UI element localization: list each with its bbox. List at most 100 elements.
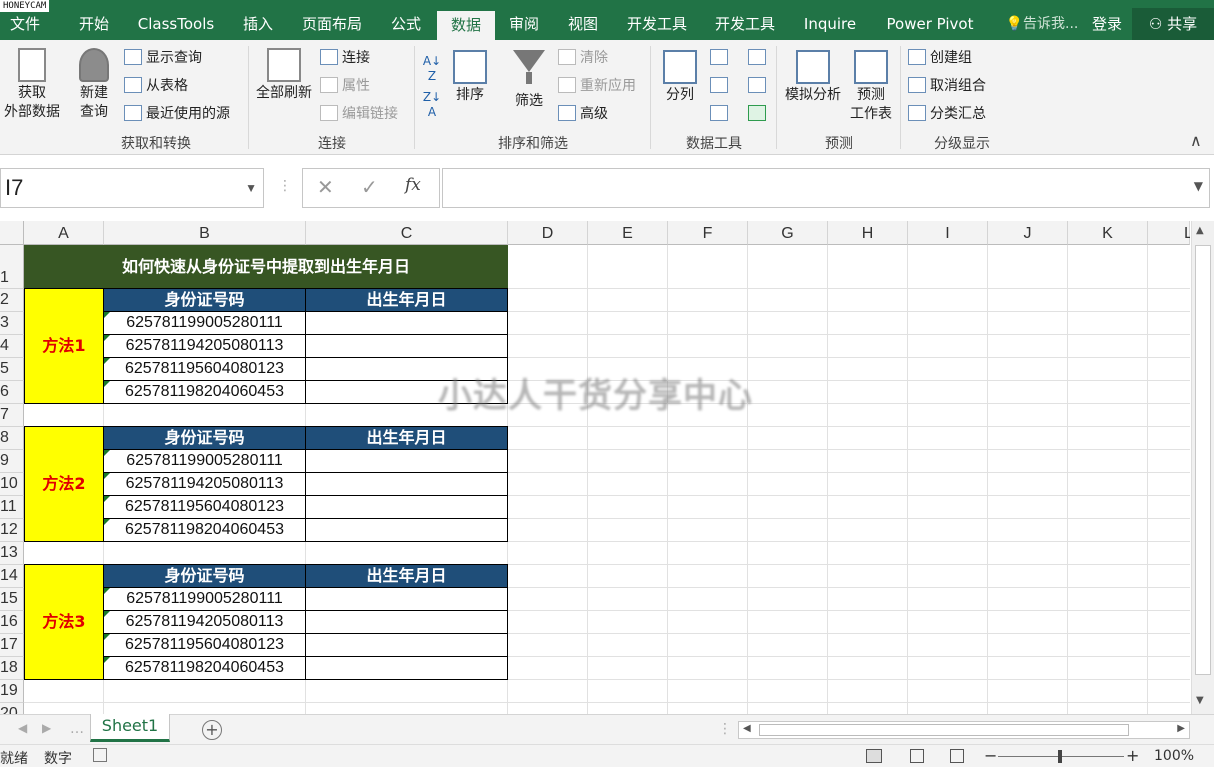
name-box[interactable]: I7 ▼ xyxy=(0,168,264,208)
prev-sheet-icon[interactable]: ◀ xyxy=(18,721,27,735)
id-cell[interactable]: 625781194205080113 xyxy=(103,610,306,634)
relationships-button[interactable] xyxy=(748,75,772,97)
table-title[interactable]: 如何快速从身份证号中提取到出生年月日 xyxy=(24,245,508,289)
column-header[interactable]: J xyxy=(988,221,1068,245)
scroll-down-icon[interactable]: ▼ xyxy=(1196,695,1204,706)
zoom-level[interactable]: 100% xyxy=(1154,748,1194,764)
birth-cell[interactable] xyxy=(305,449,508,473)
get-external-data-button[interactable]: 获取 外部数据 xyxy=(0,48,64,122)
id-cell[interactable]: 625781199005280111 xyxy=(103,449,306,473)
page-layout-view-icon[interactable] xyxy=(910,749,924,763)
id-cell[interactable]: 625781199005280111 xyxy=(103,587,306,611)
birth-cell[interactable] xyxy=(305,587,508,611)
birth-cell[interactable] xyxy=(305,472,508,496)
row-header[interactable]: 1 xyxy=(0,245,24,289)
tab-file[interactable]: 文件 xyxy=(0,8,50,40)
row-header[interactable]: 10 xyxy=(0,473,24,496)
advanced-filter-button[interactable]: 高级 xyxy=(558,103,608,125)
tab-developer-2[interactable]: 开发工具 xyxy=(706,8,784,40)
id-cell[interactable]: 625781198204060453 xyxy=(103,656,306,680)
id-header[interactable]: 身份证号码 xyxy=(103,564,306,588)
share-button[interactable]: ⚇ 共享 xyxy=(1132,8,1214,40)
birth-cell[interactable] xyxy=(305,380,508,404)
birth-header[interactable]: 出生年月日 xyxy=(305,564,508,588)
tab-developer[interactable]: 开发工具 xyxy=(618,8,696,40)
chevron-down-icon[interactable]: ▼ xyxy=(245,169,257,207)
new-query-button[interactable]: 新建 查询 xyxy=(70,48,118,122)
split-handle-icon[interactable]: ⋮ xyxy=(718,721,732,737)
vertical-scrollbar[interactable]: ▲ ▼ xyxy=(1191,221,1214,714)
formula-input[interactable]: ▼ xyxy=(442,168,1210,208)
ungroup-button[interactable]: 取消组合 xyxy=(908,75,986,97)
column-header[interactable]: A xyxy=(24,221,104,245)
method-3-label[interactable]: 方法3 xyxy=(24,564,104,680)
row-header[interactable]: 3 xyxy=(0,312,24,335)
subtotal-button[interactable]: 分类汇总 xyxy=(908,103,986,125)
id-cell[interactable]: 625781195604080123 xyxy=(103,495,306,519)
tab-home[interactable]: 开始 xyxy=(64,8,124,40)
row-header[interactable]: 15 xyxy=(0,588,24,611)
column-header[interactable]: I xyxy=(908,221,988,245)
row-header[interactable]: 17 xyxy=(0,634,24,657)
zoom-out-icon[interactable]: − xyxy=(984,746,997,765)
row-header[interactable]: 13 xyxy=(0,542,24,565)
row-header[interactable]: 8 xyxy=(0,427,24,450)
tab-view[interactable]: 视图 xyxy=(558,8,608,40)
id-cell[interactable]: 625781195604080123 xyxy=(103,633,306,657)
recent-sources-button[interactable]: 最近使用的源 xyxy=(124,103,230,125)
birth-header[interactable]: 出生年月日 xyxy=(305,426,508,450)
id-cell[interactable]: 625781198204060453 xyxy=(103,380,306,404)
id-cell[interactable]: 625781194205080113 xyxy=(103,334,306,358)
birth-cell[interactable] xyxy=(305,610,508,634)
consolidate-button[interactable] xyxy=(748,47,772,69)
collapse-ribbon-icon[interactable]: ∧ xyxy=(1190,130,1202,152)
column-header[interactable]: C xyxy=(306,221,508,245)
tab-page-layout[interactable]: 页面布局 xyxy=(292,8,372,40)
flash-fill-button[interactable] xyxy=(710,47,740,69)
data-validation-button[interactable] xyxy=(710,103,740,125)
data-model-button[interactable] xyxy=(748,103,772,125)
drag-handle-icon[interactable]: ⋮ xyxy=(278,178,292,194)
zoom-in-icon[interactable]: + xyxy=(1126,746,1139,765)
birth-cell[interactable] xyxy=(305,311,508,335)
tab-data[interactable]: 数据 xyxy=(437,11,495,40)
id-cell[interactable]: 625781199005280111 xyxy=(103,311,306,335)
row-header[interactable]: 20 xyxy=(0,703,24,714)
birth-cell[interactable] xyxy=(305,495,508,519)
page-break-view-icon[interactable] xyxy=(950,749,964,763)
connections-button[interactable]: 连接 xyxy=(320,47,370,69)
from-table-button[interactable]: 从表格 xyxy=(124,75,188,97)
method-2-label[interactable]: 方法2 xyxy=(24,426,104,542)
refresh-all-button[interactable]: 全部刷新 xyxy=(252,48,316,103)
column-header[interactable]: H xyxy=(828,221,908,245)
normal-view-icon[interactable] xyxy=(866,749,882,763)
tab-formulas[interactable]: 公式 xyxy=(380,8,432,40)
what-if-analysis-button[interactable]: 模拟分析 xyxy=(780,50,846,105)
filter-button[interactable]: 筛选 xyxy=(506,50,552,111)
row-header[interactable]: 12 xyxy=(0,519,24,542)
horizontal-scrollbar[interactable]: ◀ ▶ xyxy=(738,721,1190,739)
row-header[interactable]: 19 xyxy=(0,680,24,703)
scroll-left-icon[interactable]: ◀ xyxy=(743,723,751,734)
id-cell[interactable]: 625781195604080123 xyxy=(103,357,306,381)
column-header[interactable]: L xyxy=(1148,221,1190,245)
row-header[interactable]: 4 xyxy=(0,335,24,358)
zoom-slider-thumb[interactable] xyxy=(1058,750,1062,763)
id-cell[interactable]: 625781194205080113 xyxy=(103,472,306,496)
select-all-corner[interactable] xyxy=(0,221,24,245)
scroll-thumb[interactable] xyxy=(1195,245,1211,675)
tab-insert[interactable]: 插入 xyxy=(232,8,284,40)
row-header[interactable]: 7 xyxy=(0,404,24,427)
id-header[interactable]: 身份证号码 xyxy=(103,426,306,450)
scroll-up-icon[interactable]: ▲ xyxy=(1196,225,1204,236)
show-queries-button[interactable]: 显示查询 xyxy=(124,47,202,69)
column-header[interactable]: K xyxy=(1068,221,1148,245)
row-header[interactable]: 16 xyxy=(0,611,24,634)
cancel-icon[interactable]: ✕ xyxy=(317,175,334,199)
column-header[interactable]: D xyxy=(508,221,588,245)
tab-review[interactable]: 审阅 xyxy=(500,8,548,40)
column-header[interactable]: G xyxy=(748,221,828,245)
remove-duplicates-button[interactable] xyxy=(710,75,740,97)
row-header[interactable]: 9 xyxy=(0,450,24,473)
row-header[interactable]: 5 xyxy=(0,358,24,381)
